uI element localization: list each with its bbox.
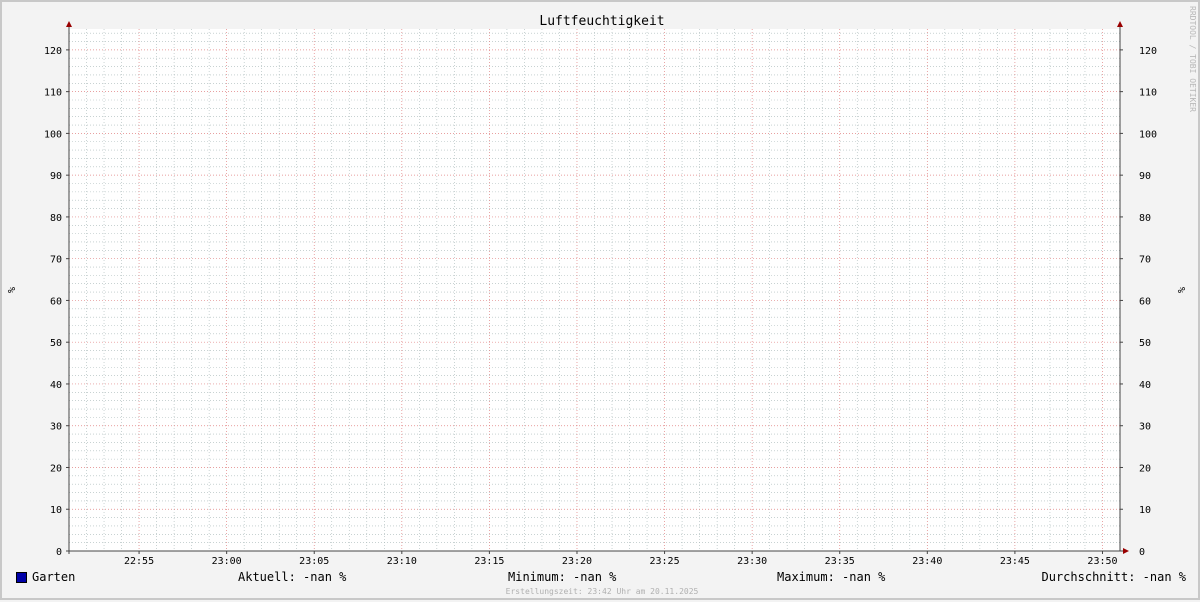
y-tick-label-right: 110: [1139, 88, 1157, 99]
x-tick-label: 23:25: [650, 556, 680, 567]
chart-frame: 0 0 10 10 20 20 30 30 40 40 50 50 60 60 70 70 80 80 90 90 10…: [0, 0, 1200, 600]
x-tick-label: 23:50: [1087, 556, 1117, 567]
y-tick-label-left: 0: [56, 547, 62, 558]
x-tick-label: 22:55: [124, 556, 154, 567]
y-tick-label-right: 80: [1139, 213, 1151, 224]
y-tick-label-left: 40: [50, 380, 62, 391]
y-tick-label-left: 90: [50, 171, 62, 182]
x-tick-label: 23:20: [562, 556, 592, 567]
legend-minimum: Minimum: -nan %: [508, 570, 617, 584]
x-axis-arrow: [1123, 548, 1129, 554]
y-tick-label-right: 10: [1139, 505, 1151, 516]
y-tick-label-left: 20: [50, 463, 62, 474]
x-tick-label: 23:00: [212, 556, 242, 567]
y-tick-label-right: 40: [1139, 380, 1151, 391]
legend: Garten Aktuell: -nan % Minimum: -nan % M…: [2, 569, 1200, 587]
x-tick-label: 23:40: [912, 556, 942, 567]
y-tick-label-left: 50: [50, 338, 62, 349]
x-tick-label: 23:15: [474, 556, 504, 567]
y-axis-label-right: %: [1177, 287, 1188, 293]
y-tick-label-right: 100: [1139, 129, 1157, 140]
y-tick-label-right: 70: [1139, 255, 1151, 266]
chart-title: Luftfeuchtigkeit: [539, 14, 664, 29]
y-tick-label-right: 0: [1139, 547, 1145, 558]
legend-swatch-garten: [16, 572, 27, 583]
y-axis-right-arrow: [1117, 21, 1123, 27]
y-tick-label-left: 30: [50, 422, 62, 433]
humidity-chart: 0 0 10 10 20 20 30 30 40 40 50 50 60 60 70 70 80 80 90 90 10…: [7, 14, 1188, 567]
y-tick-label-right: 50: [1139, 338, 1151, 349]
y-tick-label-left: 120: [44, 46, 62, 57]
y-tick-label-left: 100: [44, 129, 62, 140]
y-tick-label-right: 20: [1139, 463, 1151, 474]
legend-current: Aktuell: -nan %: [238, 570, 347, 584]
x-tick-label: 23:05: [299, 556, 329, 567]
legend-maximum: Maximum: -nan %: [777, 570, 886, 584]
y-tick-label-right: 30: [1139, 422, 1151, 433]
y-tick-label-left: 10: [50, 505, 62, 516]
legend-average: Durchschnitt: -nan %: [1041, 570, 1187, 584]
y-tick-label-left: 80: [50, 213, 62, 224]
y-tick-label-right: 60: [1139, 296, 1151, 307]
x-tick-label: 23:30: [737, 556, 767, 567]
x-tick-label: 23:35: [825, 556, 855, 567]
rrdtool-watermark: RRDTOOL / TOBI OETIKER: [1188, 6, 1197, 112]
y-axis-label-left: %: [7, 287, 18, 293]
y-tick-label-right: 120: [1139, 46, 1157, 57]
x-tick-label: 23:45: [1000, 556, 1030, 567]
x-tick-label: 23:10: [387, 556, 417, 567]
y-tick-label-left: 60: [50, 296, 62, 307]
y-tick-label-right: 90: [1139, 171, 1151, 182]
y-axis-left-arrow: [66, 21, 72, 27]
legend-series-name: Garten: [32, 570, 76, 584]
y-tick-label-left: 110: [44, 88, 62, 99]
y-tick-label-left: 70: [50, 255, 62, 266]
creation-time-footer: Erstellungszeit: 23:42 Uhr am 20.11.2025: [505, 587, 699, 596]
